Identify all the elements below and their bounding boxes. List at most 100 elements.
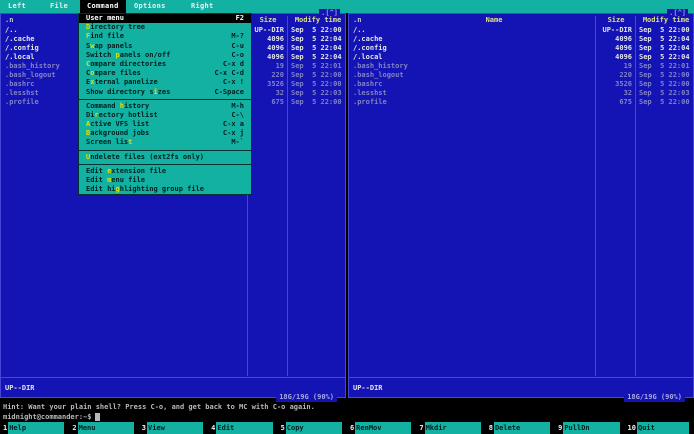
menu-item-active-vfs-list[interactable]: Active VFS list C-x a [79,120,251,129]
column-header-mtime[interactable]: Modify time [290,16,346,25]
menu-item-label: Directory tree [86,23,145,32]
fkey-3-view[interactable]: 3 View [139,422,208,434]
file-row[interactable]: .profile 675 Sep 5 22:00 [349,98,693,107]
menu-item-edit-extension-file[interactable]: Edit extension file [79,167,251,176]
menu-item-label: Undelete files (ext2fs only) [86,153,204,162]
fkey-2-menu[interactable]: 2 Menu [69,422,138,434]
fkey-7-mkdir[interactable]: 7 Mkdir [416,422,485,434]
menu-item-directory-tree[interactable]: Directory tree [79,23,251,32]
file-row[interactable]: .bash_history 19 Sep 5 22:01 [349,62,693,71]
free-space-indicator: 18G/19G (90%) [624,393,685,402]
file-mtime: Sep 5 22:03 [291,88,342,97]
menubar-item-left[interactable]: Left [8,0,26,13]
file-size: 19 [623,61,632,70]
file-mtime: Sep 5 22:04 [291,43,342,52]
shell-prompt[interactable]: midnight@commander:~$ [3,413,100,422]
menu-item-edit-menu-file[interactable]: Edit menu file [79,176,251,185]
fkey-8-delete[interactable]: 8 Delete [486,422,555,434]
fkey-4-edit[interactable]: 4 Edit [208,422,277,434]
file-name: /.cache [5,34,35,43]
fkey-label: Copy [285,422,342,434]
file-size: UP--DIR [602,26,632,34]
menu-item-directory-hotlist[interactable]: Directory hotlist C-\ [79,111,251,120]
menu-item-find-file[interactable]: Find file M-? [79,32,251,41]
sort-indicator: .n [353,16,362,24]
menu-item-label: Directory hotlist [86,111,158,120]
menu-shortcut: C-x C-d [214,69,244,78]
file-mtime: Sep 5 22:00 [291,70,342,79]
file-row[interactable]: /.local 4096 Sep 5 22:04 [349,53,693,62]
file-name: /.. [353,26,366,34]
file-name: .profile [5,97,39,106]
menu-shortcut: M-` [231,138,244,147]
file-row[interactable]: .lesshst 32 Sep 5 22:03 [349,89,693,98]
file-mtime: Sep 5 22:00 [639,97,690,106]
file-name: .bashrc [353,79,383,88]
prompt-text: midnight@commander:~$ [3,413,92,421]
file-row[interactable]: /.config 4096 Sep 5 22:04 [349,44,693,53]
column-header-mtime[interactable]: Modify time [638,16,694,25]
menubar-item-options[interactable]: Options [134,0,166,13]
menu-item-label: Show directory sizes [86,88,170,97]
panel-header: .n Name Size Modify time [349,16,693,25]
column-header-size[interactable]: Size [596,16,636,25]
fkey-10-quit[interactable]: 10 Quit [625,422,694,434]
fkey-9-pulldn[interactable]: 9 PullDn [555,422,624,434]
menu-item-show-directory-sizes[interactable]: Show directory sizes C-Space [79,88,251,97]
menu-item-screen-list[interactable]: Screen list M-` [79,138,251,147]
menu-item-swap-panels[interactable]: Swap panels C-u [79,42,251,51]
file-row[interactable]: /.cache 4096 Sep 5 22:04 [349,35,693,44]
menu-item-compare-files[interactable]: Compare files C-x C-d [79,69,251,78]
command-menu: User menu F2 Directory tree Find file M-? … [78,13,252,196]
file-name: /.config [5,43,39,52]
label-post: hlighting group file [119,185,205,194]
file-row[interactable]: .bash_logout 220 Sep 5 22:00 [349,71,693,80]
menu-item-command-history[interactable]: Command history M-h [79,102,251,111]
menu-shortcut: F2 [235,14,244,22]
menu-item-undelete-files[interactable]: Undelete files (ext2fs only) [79,153,251,162]
file-size: 4096 [615,52,632,61]
menu-item-user-menu[interactable]: User menu F2 [79,14,251,24]
menu-item-compare-directories[interactable]: Compare directories C-x d [79,60,251,69]
menu-item-external-panelize[interactable]: External panelize C-x ! [79,78,251,87]
column-header-name[interactable]: Name [409,16,579,25]
file-mtime: Sep 5 22:04 [639,43,690,52]
menu-item-label: Compare directories [86,60,166,69]
fkey-number: 3 [141,424,146,432]
menu-item-background-jobs[interactable]: Background jobs C-x j [79,129,251,138]
status-separator [349,377,693,378]
mc-screen: Left File Command Options Right .[^] .n … [0,0,694,434]
file-name: /.local [5,52,35,61]
file-mtime: Sep 5 22:00 [291,79,342,88]
label-post: irectory tree [90,23,146,32]
label-pre: Show directory s [86,87,154,96]
label-post: ctive VFS list [90,120,150,129]
menu-item-label: Edit extension file [86,167,166,176]
file-size: 4096 [615,43,632,52]
label-pre: User menu [86,14,124,22]
file-row[interactable]: .bashrc 3526 Sep 5 22:00 [349,80,693,89]
menu-item-edit-highlighting-group-file[interactable]: Edit highlighting group file [79,185,251,194]
terminal-cursor [94,413,100,421]
file-size: 19 [275,61,284,70]
fkey-1-help[interactable]: 1 Help [0,422,69,434]
file-size: 32 [623,88,632,97]
menu-item-label: Edit highlighting group file [86,185,204,194]
fkey-number: 4 [211,424,216,432]
fkey-6-renmov[interactable]: 6 RenMov [347,422,416,434]
fkey-5-copy[interactable]: 5 Copy [278,422,347,434]
menu-item-label: Swap panels [86,42,132,51]
fkey-label: Edit [216,422,273,434]
menubar-item-right[interactable]: Right [191,0,214,13]
menubar-item-file[interactable]: File [50,0,68,13]
column-header-size[interactable]: Size [248,16,288,25]
file-name: /.cache [353,34,383,43]
file-row[interactable]: /.. UP--DIR Sep 5 22:00 [349,26,693,35]
menu-shortcut: C-x ! [222,78,244,87]
menu-item-switch-panels-on-off[interactable]: Switch panels on/off C-o [79,51,251,60]
menubar-item-command[interactable]: Command [80,0,126,13]
menu-item-label: Screen list [86,138,132,147]
menu-shortcut: C-x a [222,120,244,129]
fkey-label: Mkdir [424,422,481,434]
menu-item-label: External panelize [86,78,158,87]
